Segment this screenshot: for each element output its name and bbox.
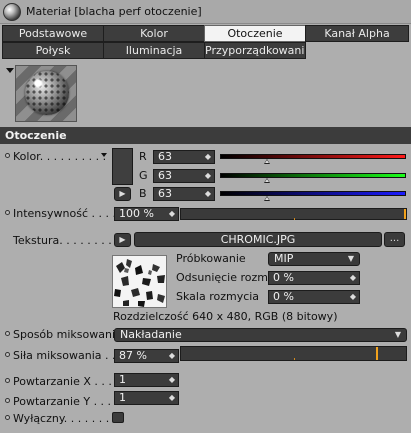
channel-r-label: R bbox=[139, 150, 147, 163]
mix-strength-animate-dot[interactable] bbox=[5, 352, 10, 357]
channel-b-slider[interactable] bbox=[220, 191, 406, 196]
blur-scale-label: Skala rozmycia bbox=[176, 290, 260, 303]
repeat-y-label: Powtarzanie Y . . . . bbox=[13, 395, 119, 408]
tab-otoczenie[interactable]: Otoczenie bbox=[204, 25, 306, 42]
channel-g-field[interactable]: 63 ◆ bbox=[153, 169, 215, 183]
intensity-animate-dot[interactable] bbox=[5, 210, 10, 215]
channel-r-spinner-icon[interactable]: ◆ bbox=[205, 151, 211, 163]
color-expand-button[interactable]: ▶ bbox=[114, 187, 131, 201]
tab-podstawowe[interactable]: Podstawowe bbox=[2, 25, 104, 42]
texture-browse-button[interactable]: ... bbox=[384, 232, 405, 247]
mix-mode-dropdown-icon: ▼ bbox=[394, 330, 401, 339]
intensity-slider[interactable] bbox=[180, 208, 407, 220]
channel-b-field[interactable]: 63 ◆ bbox=[153, 187, 215, 201]
blur-scale-spinner-icon[interactable]: ◆ bbox=[350, 291, 356, 303]
preview-sphere bbox=[25, 71, 69, 115]
sampling-label: Próbkowanie bbox=[176, 252, 246, 265]
channel-g-spinner-icon[interactable]: ◆ bbox=[205, 170, 211, 182]
section-header: Otoczenie bbox=[0, 127, 411, 144]
color-label: Kolor. . . . . . . . . . bbox=[13, 150, 107, 163]
channel-b-spinner-icon[interactable]: ◆ bbox=[205, 188, 211, 200]
mix-mode-animate-dot[interactable] bbox=[5, 331, 10, 336]
blur-offset-value: 0 % bbox=[273, 271, 294, 284]
channel-g-label: G bbox=[139, 169, 148, 182]
texture-file-button[interactable]: CHROMIC.JPG bbox=[134, 232, 382, 247]
tab-bar: Podstawowe Kolor Otoczenie Kanał Alpha P… bbox=[2, 25, 409, 61]
mix-strength-field[interactable]: 87 % ◆ bbox=[114, 349, 179, 363]
mix-strength-slider-handle[interactable] bbox=[375, 347, 378, 360]
material-icon bbox=[3, 3, 21, 21]
blur-scale-field[interactable]: 0 % ◆ bbox=[268, 290, 360, 304]
channel-g-slider[interactable] bbox=[220, 173, 406, 178]
channel-g-handle-icon[interactable] bbox=[263, 178, 270, 183]
intensity-slider-midmark bbox=[294, 218, 295, 220]
repeat-y-value: 1 bbox=[119, 391, 126, 404]
tab-polysk[interactable]: Połysk bbox=[2, 42, 104, 59]
channel-b-handle-icon[interactable] bbox=[263, 196, 270, 201]
title-bar: Materiał [blacha perf otoczenie] bbox=[0, 0, 411, 24]
channel-r-handle-icon[interactable] bbox=[263, 159, 270, 164]
color-swatch[interactable] bbox=[112, 148, 133, 185]
texture-thumbnail-image bbox=[113, 256, 166, 307]
sampling-value: MIP bbox=[274, 252, 294, 265]
mix-strength-slider[interactable] bbox=[180, 346, 407, 361]
mix-mode-label: Sposób miksowania bbox=[13, 328, 122, 341]
sampling-select[interactable]: MIP ▼ bbox=[268, 252, 360, 266]
repeat-x-animate-dot[interactable] bbox=[5, 378, 10, 383]
tab-kanal-alpha[interactable]: Kanał Alpha bbox=[305, 25, 409, 42]
material-preview bbox=[15, 65, 77, 122]
repeat-x-value: 1 bbox=[119, 373, 126, 386]
mix-mode-select[interactable]: Nakładanie ▼ bbox=[114, 328, 407, 342]
texture-resolution: Rozdzielczość 640 x 480, RGB (8 bitowy) bbox=[113, 310, 338, 323]
intensity-slider-handle[interactable] bbox=[404, 209, 406, 219]
intensity-label: Intensywność . . . . . bbox=[13, 207, 123, 220]
exclusive-label: Wyłączny. . . . . . . . . bbox=[13, 412, 124, 425]
window-title: Materiał [blacha perf otoczenie] bbox=[26, 5, 202, 18]
intensity-value: 100 % bbox=[119, 207, 154, 220]
repeat-y-field[interactable]: 1 ◆ bbox=[114, 391, 179, 405]
preview-menu-arrow-icon[interactable] bbox=[6, 68, 14, 73]
tab-kolor[interactable]: Kolor bbox=[103, 25, 205, 42]
repeat-y-spinner-icon[interactable]: ◆ bbox=[169, 392, 175, 404]
mix-strength-label: Siła miksowania . . . bbox=[13, 349, 123, 362]
channel-r-slider[interactable] bbox=[220, 154, 406, 159]
blur-offset-spinner-icon[interactable]: ◆ bbox=[350, 272, 356, 284]
exclusive-animate-dot[interactable] bbox=[5, 415, 10, 420]
channel-b-value: 63 bbox=[158, 187, 172, 200]
sampling-dropdown-icon: ▼ bbox=[347, 254, 354, 263]
mix-mode-value: Nakładanie bbox=[120, 328, 182, 341]
exclusive-checkbox[interactable] bbox=[112, 412, 124, 423]
intensity-field[interactable]: 100 % ◆ bbox=[114, 207, 179, 221]
tab-przyporzadkowanie[interactable]: Przyporządkowanie bbox=[204, 42, 306, 59]
channel-r-value: 63 bbox=[158, 150, 172, 163]
texture-label: Tekstura. . . . . . . . . bbox=[13, 234, 119, 247]
channel-b-label: B bbox=[139, 187, 147, 200]
channel-r-field[interactable]: 63 ◆ bbox=[153, 150, 215, 164]
tab-iluminacja[interactable]: Iluminacja bbox=[103, 42, 205, 59]
repeat-x-spinner-icon[interactable]: ◆ bbox=[169, 374, 175, 386]
blur-scale-value: 0 % bbox=[273, 290, 294, 303]
repeat-x-label: Powtarzanie X . . . bbox=[13, 375, 112, 388]
mix-strength-value: 87 % bbox=[119, 349, 147, 362]
mix-strength-slider-midmark bbox=[294, 358, 295, 360]
repeat-y-animate-dot[interactable] bbox=[5, 398, 10, 403]
mix-strength-spinner-icon[interactable]: ◆ bbox=[169, 350, 175, 362]
repeat-x-field[interactable]: 1 ◆ bbox=[114, 373, 179, 387]
channel-g-value: 63 bbox=[158, 169, 172, 182]
texture-expand-button[interactable]: ▶ bbox=[114, 233, 131, 247]
color-dropdown-arrow-icon[interactable] bbox=[101, 153, 107, 157]
blur-offset-field[interactable]: 0 % ◆ bbox=[268, 271, 360, 285]
color-animate-dot[interactable] bbox=[5, 153, 10, 158]
texture-thumbnail bbox=[112, 255, 167, 308]
intensity-spinner-icon[interactable]: ◆ bbox=[169, 208, 175, 220]
